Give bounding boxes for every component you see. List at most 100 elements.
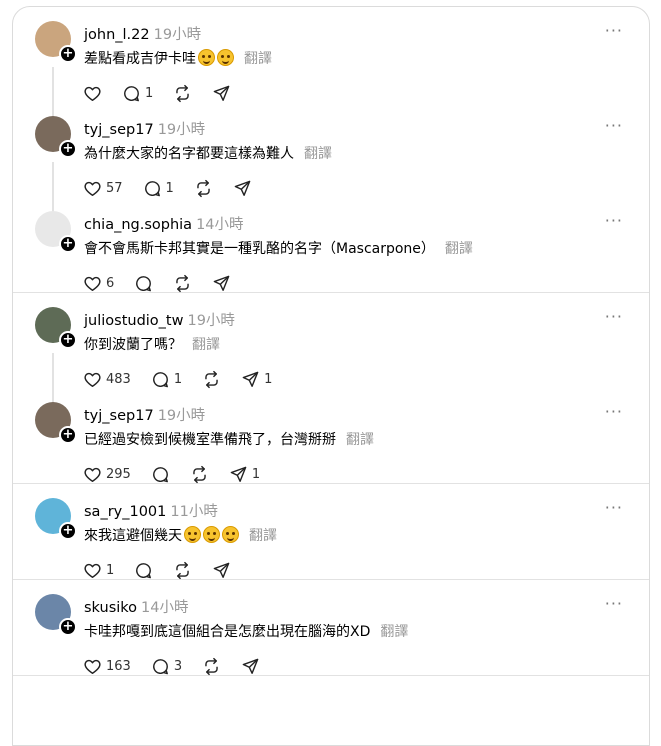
- like-button[interactable]: 1: [83, 560, 114, 580]
- reply-button[interactable]: 1: [122, 83, 153, 103]
- avatar[interactable]: +: [35, 402, 77, 444]
- reply-thread: + john_l.22 19小時 ··· 差點看成吉伊卡哇 翻譯 1 + tyj_sep17 19…: [13, 7, 649, 293]
- heart-icon: [83, 657, 102, 676]
- reply-button[interactable]: [134, 560, 153, 580]
- more-options-icon[interactable]: ···: [605, 402, 623, 421]
- follow-plus-icon[interactable]: +: [59, 331, 77, 349]
- translate-link[interactable]: 翻譯: [445, 241, 473, 257]
- reply-button[interactable]: 1: [151, 369, 182, 389]
- post-body: 會不會馬斯卡邦其實是一種乳酪的名字（Mascarpone）: [84, 241, 435, 257]
- like-count: 163: [106, 658, 131, 674]
- post-timestamp: 11小時: [170, 504, 218, 520]
- more-options-icon[interactable]: ···: [605, 21, 623, 40]
- post-timestamp: 19小時: [157, 122, 206, 138]
- share-button[interactable]: 1: [241, 369, 272, 389]
- share-button[interactable]: 1: [229, 464, 260, 484]
- like-button[interactable]: [83, 83, 102, 103]
- post-text: 已經過安檢到候機室準備飛了，台灣掰掰 翻譯: [84, 429, 374, 449]
- share-button[interactable]: [212, 273, 231, 293]
- translate-link[interactable]: 翻譯: [192, 337, 220, 353]
- like-button[interactable]: 483: [83, 369, 131, 389]
- repost-icon: [194, 179, 213, 198]
- reply-button[interactable]: [151, 464, 170, 484]
- more-options-icon[interactable]: ···: [605, 307, 623, 326]
- more-options-icon[interactable]: ···: [605, 498, 623, 517]
- follow-plus-icon[interactable]: +: [59, 522, 77, 540]
- avatar[interactable]: +: [35, 211, 77, 253]
- more-options-icon[interactable]: ···: [605, 211, 623, 230]
- reply-post: + skusiko 14小時 ··· 卡哇邦嘎到底這個組合是怎麼出現在腦海的XD 翻譯 16…: [13, 580, 649, 675]
- translate-link[interactable]: 翻譯: [249, 528, 277, 544]
- comment-icon: [151, 370, 170, 389]
- avatar[interactable]: +: [35, 307, 77, 349]
- avatar[interactable]: +: [35, 498, 77, 540]
- follow-plus-icon[interactable]: +: [59, 45, 77, 63]
- post-timestamp: 14小時: [141, 600, 189, 616]
- username-link[interactable]: sa_ry_1001: [84, 504, 166, 520]
- send-icon: [212, 84, 231, 103]
- post-text: 你到波蘭了嗎？ 翻譯: [84, 334, 220, 354]
- like-count: 57: [106, 180, 123, 196]
- share-button[interactable]: [233, 178, 252, 198]
- action-bar: 483 1 1: [83, 369, 292, 389]
- share-button[interactable]: [241, 656, 260, 676]
- translate-link[interactable]: 翻譯: [346, 432, 374, 448]
- repost-button[interactable]: [194, 178, 213, 198]
- username-link[interactable]: tyj_sep17: [84, 408, 154, 424]
- reply-post: + john_l.22 19小時 ··· 差點看成吉伊卡哇 翻譯 1: [13, 7, 649, 117]
- follow-plus-icon[interactable]: +: [59, 618, 77, 636]
- username-link[interactable]: skusiko: [84, 600, 137, 616]
- like-button[interactable]: 57: [83, 178, 123, 198]
- like-button[interactable]: 295: [83, 464, 131, 484]
- translate-link[interactable]: 翻譯: [244, 51, 272, 67]
- reply-count: 1: [145, 85, 154, 101]
- reply-button[interactable]: 1: [143, 178, 174, 198]
- translate-link[interactable]: 翻譯: [380, 624, 408, 640]
- comment-icon: [151, 657, 170, 676]
- post-text: 差點看成吉伊卡哇 翻譯: [84, 48, 272, 68]
- more-options-icon[interactable]: ···: [605, 116, 623, 135]
- repost-button[interactable]: [173, 83, 192, 103]
- post-body: 來我這避個幾天: [84, 528, 182, 544]
- send-icon: [233, 179, 252, 198]
- post-body: 已經過安檢到候機室準備飛了，台灣掰掰: [84, 432, 336, 448]
- share-button[interactable]: [212, 83, 231, 103]
- repost-button[interactable]: [202, 656, 221, 676]
- avatar[interactable]: +: [35, 116, 77, 158]
- repost-icon: [173, 274, 192, 293]
- action-bar: 1: [83, 560, 251, 580]
- more-options-icon[interactable]: ···: [605, 594, 623, 613]
- emoji-icon: [217, 49, 234, 66]
- repost-button[interactable]: [202, 369, 221, 389]
- follow-plus-icon[interactable]: +: [59, 140, 77, 158]
- send-icon: [229, 465, 248, 484]
- translate-link[interactable]: 翻譯: [304, 146, 332, 162]
- like-count: 6: [106, 275, 115, 291]
- comment-icon: [122, 84, 141, 103]
- username-link[interactable]: tyj_sep17: [84, 122, 154, 138]
- post-timestamp: 19小時: [157, 408, 206, 424]
- like-button[interactable]: 6: [83, 273, 114, 293]
- share-button[interactable]: [212, 560, 231, 580]
- post-body: 差點看成吉伊卡哇: [84, 51, 196, 67]
- post-text: 為什麼大家的名字都要這樣為難人 翻譯: [84, 143, 332, 163]
- follow-plus-icon[interactable]: +: [59, 235, 77, 253]
- action-bar: 163 3: [83, 656, 280, 676]
- action-bar: 57 1: [83, 178, 272, 198]
- reply-button[interactable]: [134, 273, 153, 293]
- post-text: 來我這避個幾天 翻譯: [84, 525, 277, 545]
- repost-button[interactable]: [190, 464, 209, 484]
- comment-icon: [143, 179, 162, 198]
- repost-button[interactable]: [173, 560, 192, 580]
- follow-plus-icon[interactable]: +: [59, 426, 77, 444]
- username-link[interactable]: john_l.22: [84, 27, 150, 43]
- username-link[interactable]: chia_ng.sophia: [84, 217, 192, 233]
- avatar[interactable]: +: [35, 594, 77, 636]
- username-link[interactable]: juliostudio_tw: [84, 313, 183, 329]
- emoji-icon: [198, 49, 215, 66]
- send-icon: [212, 561, 231, 580]
- repost-button[interactable]: [173, 273, 192, 293]
- avatar[interactable]: +: [35, 21, 77, 63]
- reply-button[interactable]: 3: [151, 656, 182, 676]
- like-button[interactable]: 163: [83, 656, 131, 676]
